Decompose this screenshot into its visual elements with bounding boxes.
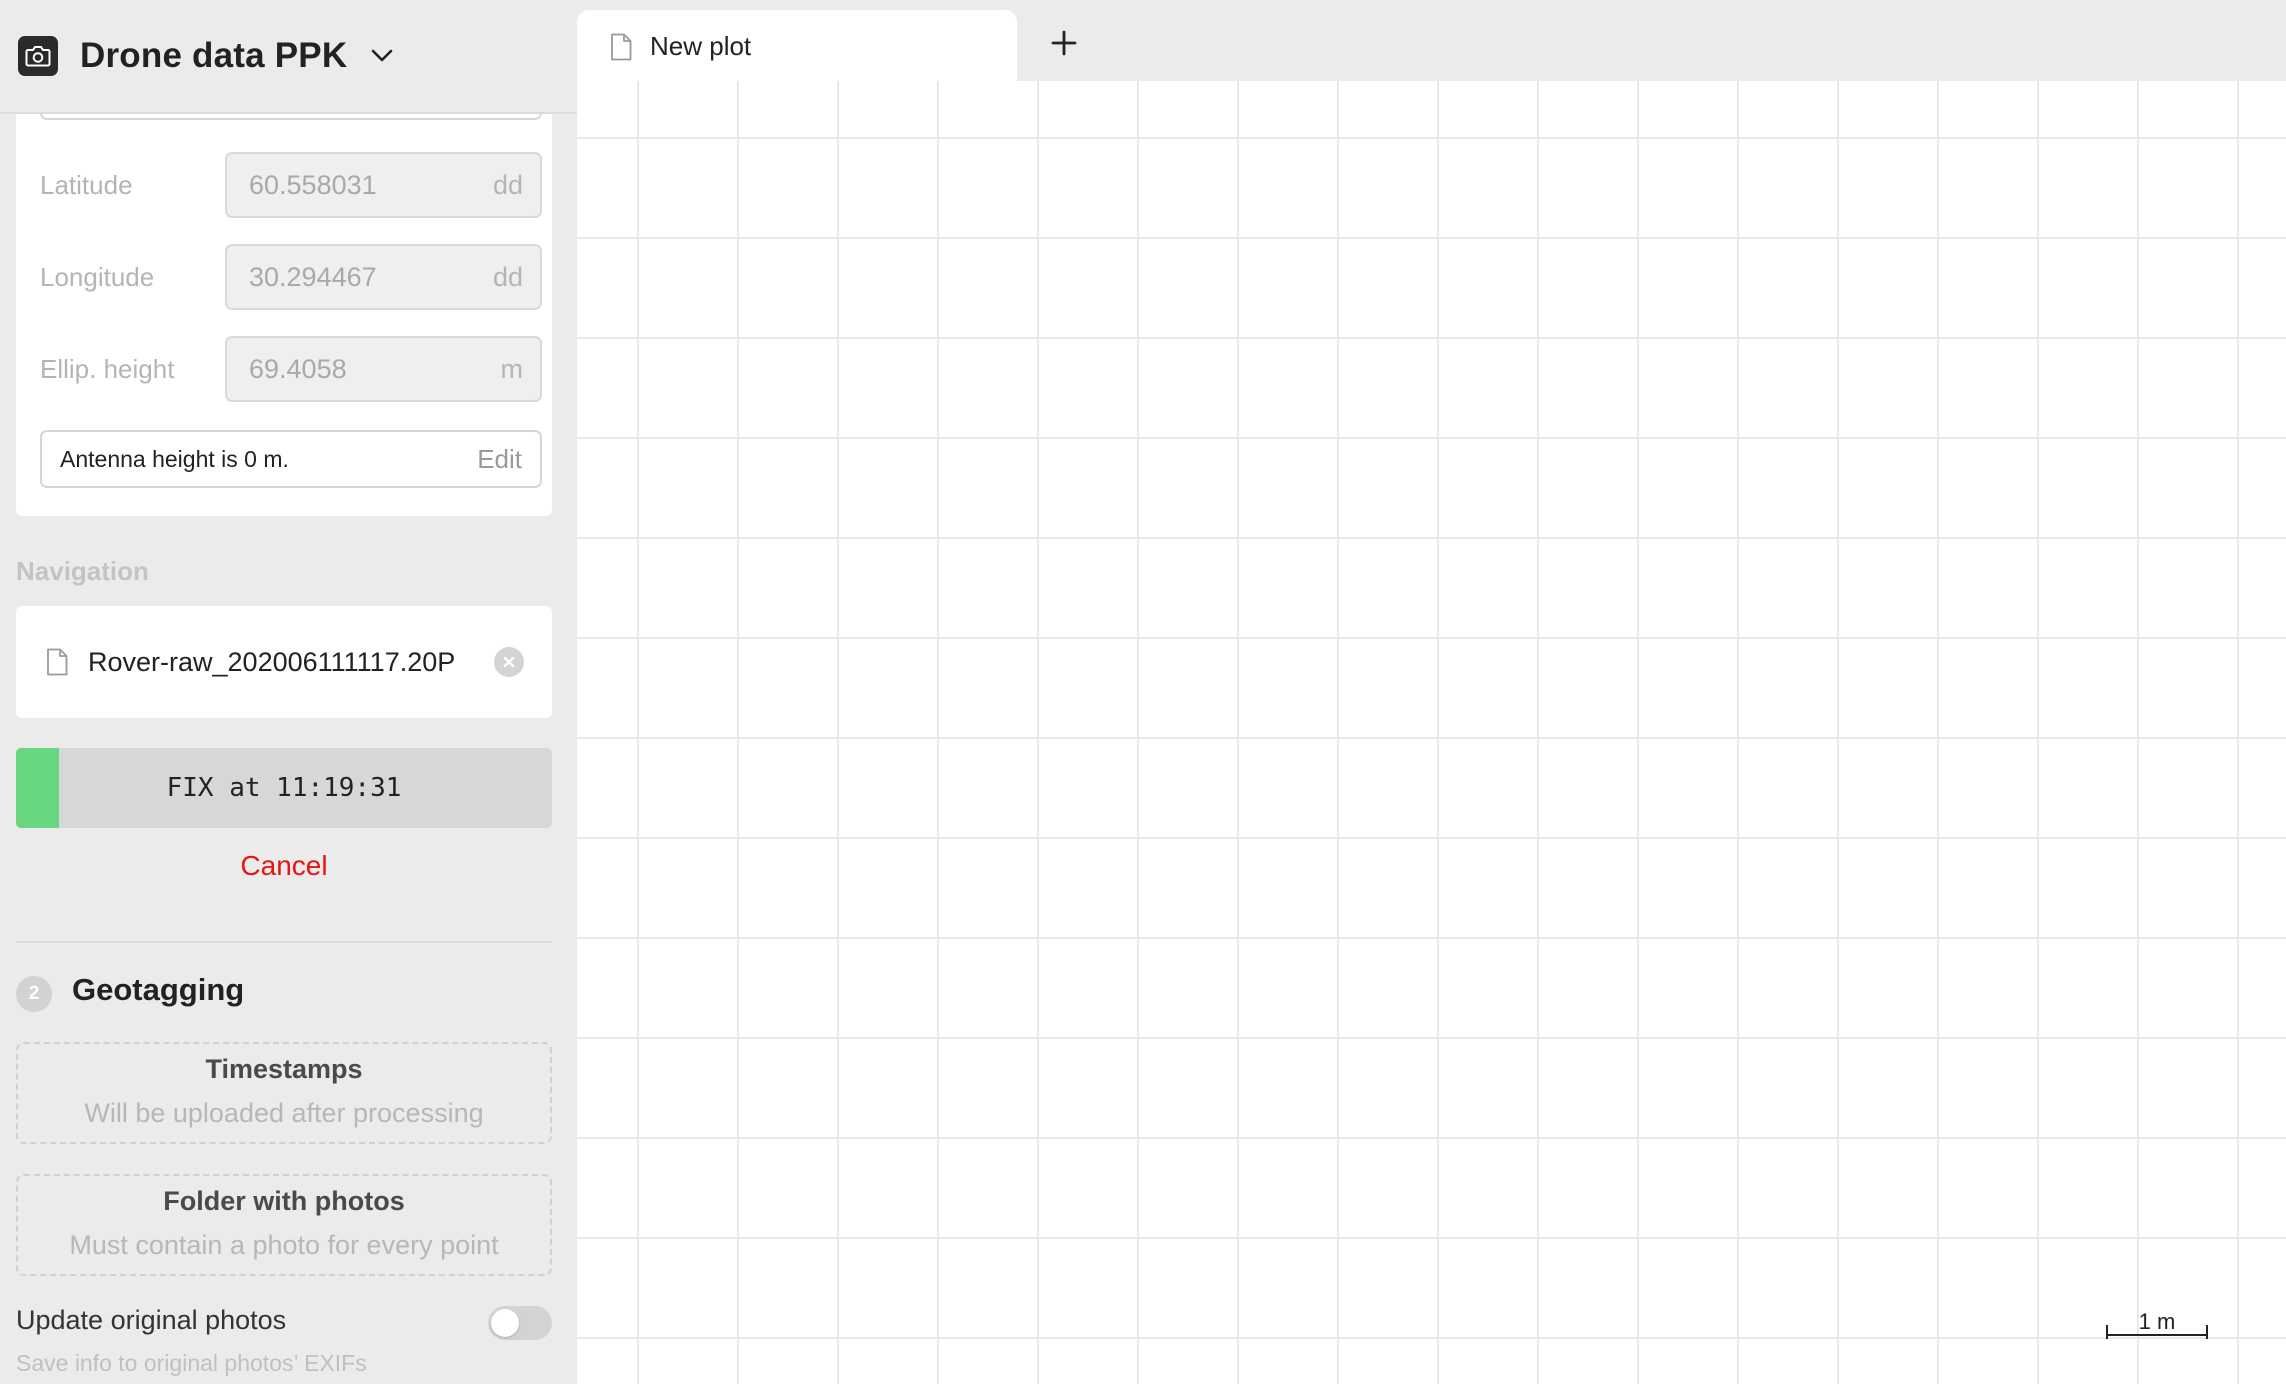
latitude-unit: dd: [492, 170, 523, 200]
timestamps-subtitle: Will be uploaded after processing: [84, 1098, 484, 1128]
ellipsoid-height-value: 69.4058: [249, 354, 347, 384]
file-icon: [46, 648, 68, 681]
tab-new-plot[interactable]: New plot: [577, 10, 1017, 81]
longitude-row: Longitude 30.294467 dd: [40, 244, 542, 310]
ellipsoid-height-row: Ellip. height 69.4058 m: [40, 336, 542, 402]
scale-bar-line: [2106, 1325, 2208, 1339]
section-divider: [16, 941, 552, 943]
cancel-button[interactable]: Cancel: [16, 850, 552, 882]
scale-bar: 1 m: [2105, 1309, 2209, 1339]
navigation-file-name: Rover-raw_202006111117.20P: [88, 647, 456, 677]
ellipsoid-height-unit: m: [500, 354, 524, 384]
timestamps-dropzone[interactable]: Timestamps Will be uploaded after proces…: [16, 1042, 552, 1144]
geotagging-title: Geotagging: [72, 972, 245, 1007]
navigation-section-label: Navigation: [16, 556, 149, 586]
longitude-label: Longitude: [40, 262, 155, 292]
timestamps-title: Timestamps: [205, 1054, 363, 1084]
antenna-height-row: Antenna height is 0 m. Edit: [40, 430, 542, 488]
latitude-field[interactable]: 60.558031 dd: [225, 152, 542, 218]
photos-folder-title: Folder with photos: [163, 1186, 405, 1216]
close-circle-icon[interactable]: [494, 647, 524, 677]
plus-icon[interactable]: [1039, 18, 1089, 68]
tab-label: New plot: [650, 31, 752, 61]
latitude-row: Latitude 60.558031 dd: [40, 152, 542, 218]
update-photos-label: Update original photos: [16, 1305, 287, 1335]
chevron-down-icon[interactable]: [371, 49, 393, 63]
project-title[interactable]: Drone data PPK: [80, 36, 347, 76]
toggle-knob: [491, 1309, 519, 1337]
camera-icon: [18, 36, 58, 76]
update-photos-toggle[interactable]: [488, 1306, 552, 1340]
navigation-file-card: Rover-raw_202006111117.20P: [16, 606, 552, 718]
ellipsoid-height-field[interactable]: 69.4058 m: [225, 336, 542, 402]
latitude-value: 60.558031: [249, 170, 377, 200]
processing-progress-bar: FIX at 11:19:31: [16, 748, 552, 828]
longitude-field[interactable]: 30.294467 dd: [225, 244, 542, 310]
sidebar: Drone data PPK Latitude 60.558031 dd Lon…: [0, 0, 577, 1384]
app-header: Drone data PPK: [0, 0, 577, 114]
plot-canvas[interactable]: 1 m: [577, 81, 2286, 1384]
base-station-card: Latitude 60.558031 dd Longitude 30.29446…: [16, 80, 552, 516]
longitude-unit: dd: [492, 262, 523, 292]
antenna-height-text: Antenna height is 0 m.: [60, 446, 289, 472]
update-photos-sublabel: Save info to original photos’ EXIFs: [16, 1350, 367, 1376]
file-icon: [610, 33, 632, 66]
longitude-value: 30.294467: [249, 262, 377, 292]
processing-status-text: FIX at 11:19:31: [166, 773, 402, 803]
photos-folder-subtitle: Must contain a photo for every point: [69, 1230, 499, 1260]
latitude-label: Latitude: [40, 170, 133, 200]
tab-bar: New plot: [577, 0, 2286, 81]
photos-folder-dropzone[interactable]: Folder with photos Must contain a photo …: [16, 1174, 552, 1276]
antenna-edit-button[interactable]: Edit: [477, 432, 522, 486]
step-number-badge: 2: [16, 976, 52, 1012]
ellipsoid-height-label: Ellip. height: [40, 354, 175, 384]
